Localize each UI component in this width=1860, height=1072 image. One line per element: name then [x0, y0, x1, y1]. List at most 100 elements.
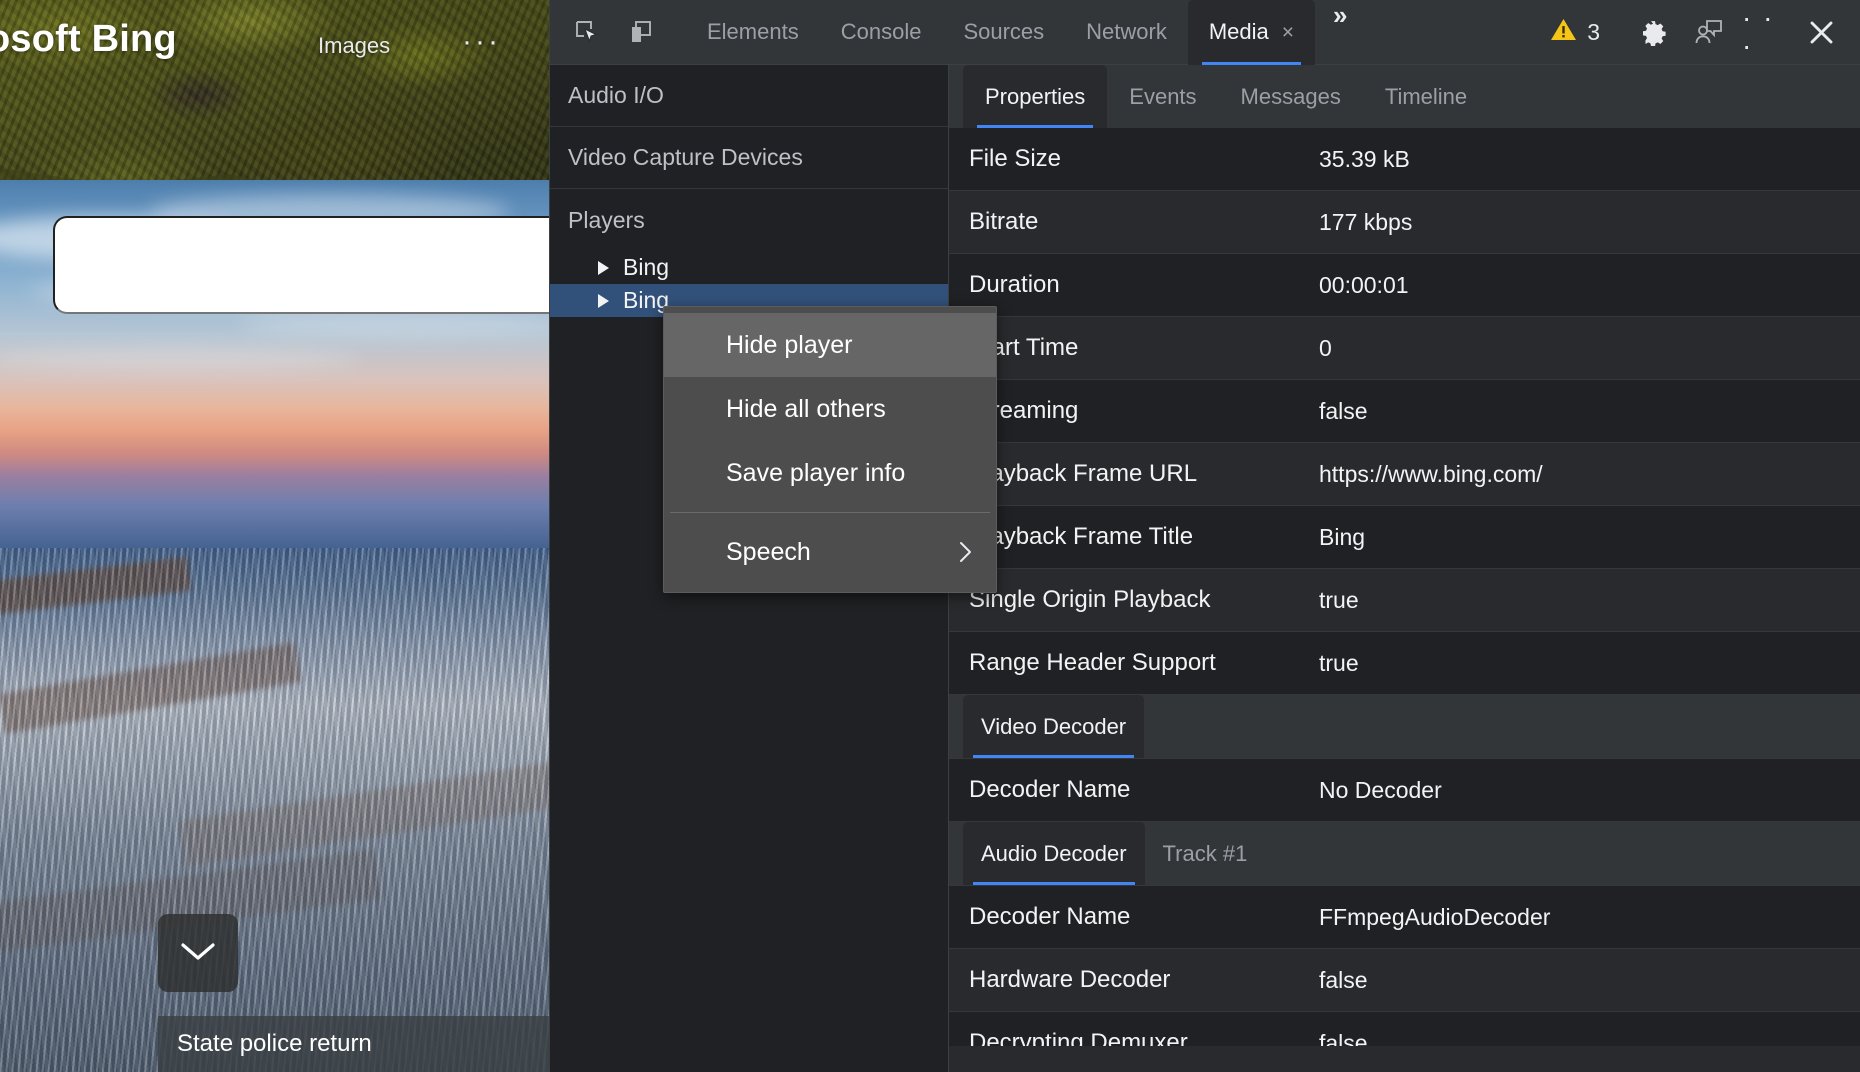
- inspect-element-button[interactable]: [564, 9, 610, 55]
- property-row: Streaming false: [949, 380, 1860, 443]
- property-key: Duration: [969, 271, 1060, 298]
- context-menu-item-hide-player[interactable]: Hide player: [664, 313, 996, 377]
- more-tabs-button[interactable]: »: [1319, 0, 1358, 65]
- tab-audio-decoder-label: Audio Decoder: [981, 840, 1127, 866]
- nav-link-images[interactable]: Images: [318, 33, 390, 59]
- more-options-button[interactable]: · · ·: [1742, 4, 1788, 60]
- tab-track-1-label: Track #1: [1162, 840, 1248, 866]
- context-menu-item-speech[interactable]: Speech: [664, 520, 996, 584]
- property-row: Decoder Name No Decoder: [949, 759, 1860, 822]
- property-value: 0: [1319, 334, 1332, 361]
- property-row: Start Time 0: [949, 317, 1860, 380]
- sidebar-item-audio-io[interactable]: Audio I/O: [550, 65, 948, 127]
- bing-logo[interactable]: rosoft Bing: [0, 18, 177, 61]
- page-background: [0, 0, 549, 1072]
- tab-messages[interactable]: Messages: [1219, 65, 1363, 128]
- property-key: Decoder Name: [969, 776, 1131, 803]
- property-row: Single Origin Playback true: [949, 569, 1860, 632]
- close-icon: [1808, 19, 1835, 46]
- property-value: 00:00:01: [1319, 271, 1409, 298]
- video-decoder-tab-bar: Video Decoder: [949, 695, 1860, 759]
- context-menu-item-hide-all-others[interactable]: Hide all others: [664, 377, 996, 441]
- scroll-down-button[interactable]: [158, 914, 238, 992]
- warnings-button[interactable]: 3: [1550, 17, 1600, 47]
- property-row: File Size 35.39 kB: [949, 128, 1860, 191]
- player-list-item-1[interactable]: Bing: [550, 251, 948, 284]
- context-menu-item-hide-player-label: Hide player: [726, 330, 853, 359]
- tab-events[interactable]: Events: [1107, 65, 1218, 128]
- tab-elements-label: Elements: [707, 19, 799, 44]
- sidebar-item-video-capture-devices[interactable]: Video Capture Devices: [550, 127, 948, 189]
- properties-list: File Size 35.39 kB Bitrate 177 kbps Dura…: [949, 128, 1860, 1046]
- device-toolbar-icon: [628, 19, 654, 45]
- tab-audio-decoder[interactable]: Audio Decoder: [963, 822, 1145, 885]
- property-value: true: [1319, 649, 1359, 676]
- tab-sources-label: Sources: [963, 19, 1045, 44]
- bing-header: rosoft Bing Images ···: [0, 0, 549, 86]
- property-row: Range Header Support true: [949, 632, 1860, 695]
- device-toolbar-button[interactable]: [618, 9, 664, 55]
- chevron-down-icon: [178, 939, 218, 968]
- property-row: Playback Frame URL https://www.bing.com/: [949, 443, 1860, 506]
- expand-triangle-icon[interactable]: [598, 260, 609, 275]
- panel-bottom-strip: [949, 1046, 1860, 1072]
- property-key: Hardware Decoder: [969, 966, 1171, 993]
- news-headline-bar[interactable]: State police return: [158, 1016, 549, 1072]
- tab-properties[interactable]: Properties: [963, 65, 1108, 128]
- property-value: true: [1319, 586, 1359, 613]
- context-menu-item-hide-all-others-label: Hide all others: [726, 394, 886, 423]
- warning-count: 3: [1587, 18, 1600, 45]
- close-tab-icon[interactable]: ×: [1282, 22, 1294, 43]
- audio-decoder-tab-bar: Audio Decoder Track #1: [949, 822, 1860, 886]
- tab-media[interactable]: Media ×: [1187, 0, 1316, 65]
- property-key: Decoder Name: [969, 903, 1131, 930]
- property-key: Single Origin Playback: [969, 586, 1211, 613]
- background-sea: [0, 548, 549, 1072]
- close-devtools-button[interactable]: [1798, 9, 1844, 55]
- tab-network-label: Network: [1086, 19, 1167, 44]
- devtools-toolbar: Elements Console Sources Network Media ×…: [550, 0, 1860, 65]
- nav-more-menu[interactable]: ···: [462, 27, 501, 57]
- tab-elements[interactable]: Elements: [686, 0, 820, 65]
- inspect-element-icon: [574, 19, 600, 45]
- property-row: Hardware Decoder false: [949, 949, 1860, 1012]
- property-key: Bitrate: [969, 208, 1039, 235]
- property-row: Decoder Name FFmpegAudioDecoder: [949, 886, 1860, 949]
- tab-console[interactable]: Console: [820, 0, 943, 65]
- feedback-person-icon: [1694, 18, 1724, 46]
- tab-video-decoder[interactable]: Video Decoder: [963, 695, 1145, 758]
- bing-page: rosoft Bing Images ··· State police retu…: [0, 0, 549, 1072]
- property-value: 177 kbps: [1319, 208, 1413, 235]
- tab-sources[interactable]: Sources: [942, 0, 1065, 65]
- player-context-menu: Hide player Hide all others Save player …: [663, 306, 997, 593]
- media-sub-tab-bar: Properties Events Messages Timeline: [949, 65, 1860, 128]
- context-menu-item-save-player-info-label: Save player info: [726, 458, 906, 487]
- expand-triangle-icon[interactable]: [598, 293, 609, 308]
- property-value: false: [1319, 397, 1368, 424]
- feedback-button[interactable]: [1686, 9, 1732, 55]
- tab-media-label: Media: [1208, 19, 1269, 44]
- tab-messages-label: Messages: [1240, 83, 1341, 109]
- property-row: Duration 00:00:01: [949, 254, 1860, 317]
- tab-console-label: Console: [840, 19, 922, 44]
- tab-timeline[interactable]: Timeline: [1363, 65, 1489, 128]
- tab-events-label: Events: [1129, 83, 1197, 109]
- tab-track-1[interactable]: Track #1: [1145, 822, 1266, 885]
- sidebar-item-video-capture-devices-label: Video Capture Devices: [568, 144, 803, 170]
- property-key: Playback Frame Title: [969, 523, 1194, 550]
- search-input[interactable]: [53, 216, 549, 314]
- context-menu-item-save-player-info[interactable]: Save player info: [664, 441, 996, 505]
- tab-video-decoder-label: Video Decoder: [981, 713, 1127, 739]
- player-list-item-1-label: Bing: [623, 254, 670, 280]
- settings-button[interactable]: [1630, 9, 1676, 55]
- property-key: File Size: [969, 145, 1062, 172]
- media-main-panel: Properties Events Messages Timeline File…: [949, 65, 1860, 1072]
- property-value: No Decoder: [1319, 776, 1442, 803]
- toolbar-right-group: 3 · · ·: [1550, 4, 1860, 60]
- sidebar-item-audio-io-label: Audio I/O: [568, 82, 664, 108]
- property-row: Decrypting Demuxer false: [949, 1012, 1860, 1046]
- tab-timeline-label: Timeline: [1384, 83, 1468, 109]
- tab-properties-label: Properties: [985, 83, 1086, 109]
- tab-network[interactable]: Network: [1065, 0, 1188, 65]
- property-row: Playback Frame Title Bing: [949, 506, 1860, 569]
